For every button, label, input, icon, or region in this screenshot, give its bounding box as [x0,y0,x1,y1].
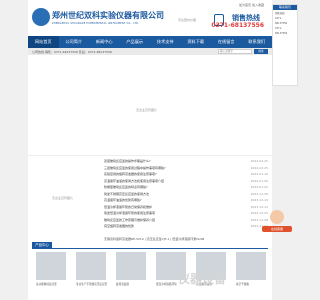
company-name-en: ZHENGZHOU SHUANGKE EXPERIMENTAL INSTRUME… [52,22,140,25]
nav-item-about[interactable]: 公司简介 [59,36,90,48]
list-item[interactable]: 三层玻璃反应釜的使用过程中操作事项有哪些? 2024-02-25 [104,165,270,171]
product-image[interactable] [236,252,266,280]
page: 郑州世纪双科实验仪器有限公司 ZHENGZHOU SHUANGKE EXPERI… [28,0,272,300]
product-image[interactable] [36,252,66,280]
online-service[interactable]: 在线客服 [262,210,292,250]
news-date: 2024-01-02 [250,185,268,189]
service-avatar-icon[interactable] [270,210,284,224]
news-date: 2024-01-09 [250,178,268,183]
info-bar-text: 公司热线 销售：0371-68137556 售后：0371-68137556 [32,49,112,54]
list-item[interactable]: 低温冷却液循环泵的日常保养和维护 2023-12-12 [104,204,270,210]
side-line: 68137556 [275,32,288,35]
news-title[interactable]: 实验室用的旋转蒸发器的使用注意事项? [104,171,157,177]
nav-item-news[interactable]: 新闻中心 [89,36,120,48]
ticker[interactable]: 无锡双科旋转蒸发器RE-5210 | 高压反应釜CJF-1 | 低温冷却液循环泵… [104,236,270,242]
product-card[interactable]: 多功能玻璃反应釜 [36,252,66,286]
banner: 无企业宣传图片 [28,56,272,156]
list-item[interactable]: 简述低温冷却液循环泵的使用注意事项 2023-12-05 [104,210,270,216]
news-date: 2024-01-16 [250,172,268,176]
header: 郑州世纪双科实验仪器有限公司 ZHENGZHOU SHUANGKE EXPERI… [28,0,272,36]
news-title[interactable]: 三层玻璃反应釜的使用过程中操作事项有哪些? [104,165,166,171]
product-card[interactable]: 旋转蒸发器 [116,252,146,286]
list-item[interactable]: 玻璃反应釜的工作原理与维护保养介绍 2023-11-28 [104,217,270,223]
nav-item-support[interactable]: 技术支持 [150,36,181,48]
news-date: 2023-12-19 [250,198,268,202]
news-title[interactable]: 简述不锈钢高压反应釜的使用方法 [104,191,149,197]
product-caption[interactable]: 多功能玻璃反应釜 [36,282,66,286]
list-item[interactable]: 双层玻璃反应釜的操作步骤是什么? 2024-02-25 [104,158,270,164]
top-links[interactable]: 加为首页 加入收藏 [239,3,264,7]
product-image[interactable] [76,252,106,280]
list-item[interactable]: 真空旋转蒸发器的优势 2023-11-21 [104,223,270,229]
news-title[interactable]: 玻璃反应釜的工作原理与维护保养介绍 [104,217,155,223]
news-date: 2023-12-12 [250,204,268,209]
list-item[interactable]: 实验室用的旋转蒸发器的使用注意事项? 2024-01-16 [104,171,270,177]
news-date: 2023-12-26 [250,191,268,196]
company-name: 郑州世纪双科实验仪器有限公司 [52,11,164,20]
product-caption[interactable]: 真空干燥箱 [236,282,266,286]
watermark: 仪器设备 [178,272,227,286]
product-image[interactable] [116,252,146,280]
banner-placeholder: 无企业宣传图片 [136,108,158,112]
news-list: 双层玻璃反应釜的操作步骤是什么? 2024-02-25 三层玻璃反应釜的使用过程中… [104,158,270,234]
list-item[interactable]: 高温循环油浴的使用方法和使用注意事项介绍 2024-01-09 [104,178,270,184]
news-title[interactable]: 简述低温冷却液循环泵的使用注意事项 [104,210,155,216]
company-logo[interactable] [32,8,50,26]
news-title[interactable]: 双层玻璃反应釜的操作步骤是什么? [104,158,151,164]
news-date: 2024-02-25 [250,165,268,170]
info-bar: 公司热线 销售：0371-68137556 售后：0371-68137556 输… [28,48,272,55]
hotline-number: 0371-68137556 [211,22,264,29]
nav-item-products[interactable]: 产品展示 [120,36,151,48]
news-title[interactable]: 高温循环油浴的优势有哪些? [104,197,142,203]
main-nav: 网站首页 公司简介 新闻中心 产品展示 技术支持 资料下载 在线留言 联系我们 [28,36,272,48]
nav-item-message[interactable]: 在线留言 [211,36,242,48]
list-item[interactable]: 简述不锈钢高压反应釜的使用方法 2023-12-26 [104,191,270,197]
header-note: 专注国内仪器 [178,18,197,22]
news-title[interactable]: 防爆型玻璃反应釜的特点有哪些? [104,184,148,190]
search-button[interactable]: 搜索 [254,49,268,54]
left-panel: 无企业宣传图片 [32,158,102,234]
product-card[interactable]: 真空干燥箱 [236,252,266,286]
list-item[interactable]: 防爆型玻璃反应釜的特点有哪些? 2024-01-02 [104,184,270,190]
product-card[interactable]: 专业生产不锈钢高压反应釜 [76,252,107,286]
news-date: 2024-02-25 [250,159,268,163]
product-caption[interactable]: 专业生产不锈钢高压反应釜 [76,282,107,286]
online-service-button[interactable]: 在线客服 [262,226,292,232]
nav-item-contact[interactable]: 联系我们 [242,36,273,48]
news-title[interactable]: 高温循环油浴的使用方法和使用注意事项介绍 [104,178,164,184]
nav-item-home[interactable]: 网站首页 [28,36,59,48]
nav-item-downloads[interactable]: 资料下载 [181,36,212,48]
news-title[interactable]: 真空旋转蒸发器的优势 [104,223,134,229]
left-placeholder: 无企业宣传图片 [52,196,74,200]
search-input[interactable]: 输入关键字 [218,49,252,54]
side-contact-panel: 联系我们 销售热线 0371- 68137556 0371- 68137556 [272,4,298,86]
products-divider [32,248,268,249]
product-caption[interactable]: 旋转蒸发器 [116,282,146,286]
news-title[interactable]: 低温冷却液循环泵的日常保养和维护 [104,204,152,210]
list-item[interactable]: 高温循环油浴的优势有哪些? 2023-12-19 [104,197,270,203]
